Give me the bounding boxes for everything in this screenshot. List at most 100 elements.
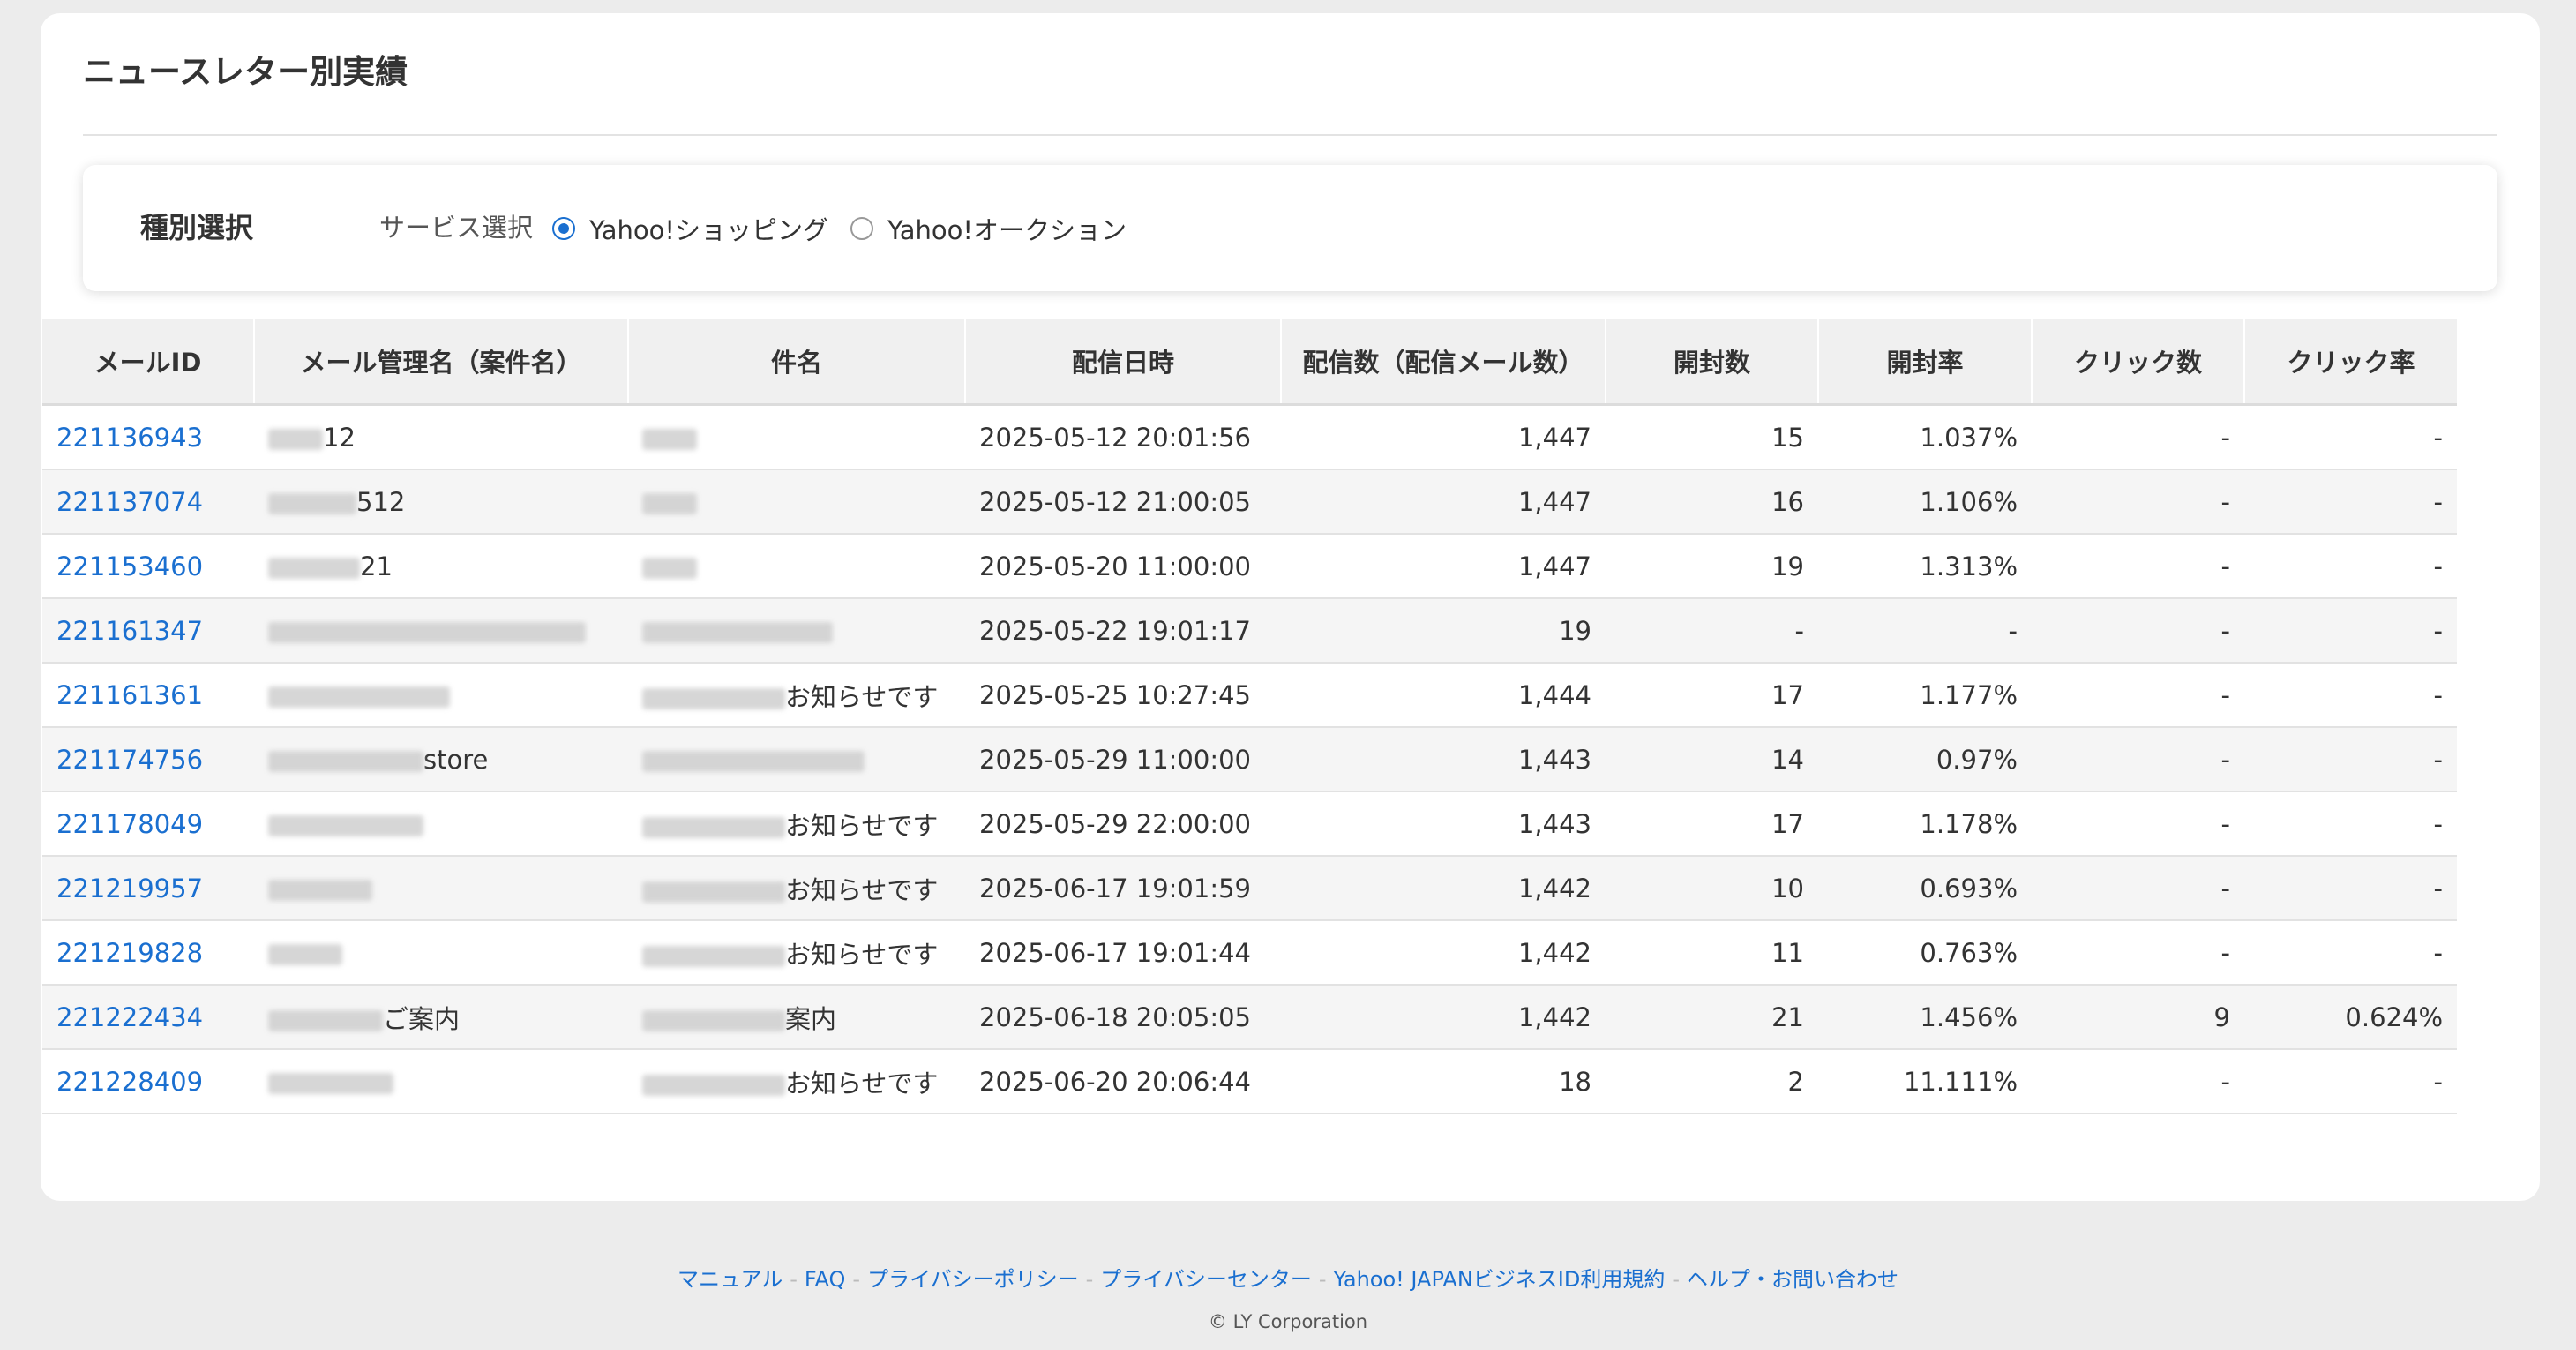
table-row: 221174756 store 2025-05-29 11:00:00 1,443 14… <box>42 727 2457 792</box>
mail-id-cell: 221174756 <box>42 727 254 792</box>
column-header-opens[interactable]: 開封数 <box>1606 319 1819 406</box>
opens-cell: 16 <box>1606 469 1818 535</box>
mail-id-cell: 221178049 <box>42 791 254 857</box>
footer-links: マニュアル - FAQ - プライバシーポリシー - プライバシーセンター - Yahoo! J… <box>0 1262 2576 1293</box>
opens-cell: 17 <box>1606 663 1818 728</box>
mail-id-link[interactable]: 221219957 <box>56 874 203 904</box>
open-rate-cell: 0.693% <box>1818 856 2032 921</box>
mail-name-cell <box>254 1049 628 1114</box>
redacted-text <box>642 816 785 838</box>
open-rate-cell: 1.456% <box>1818 985 2032 1050</box>
open-rate-cell: 1.106% <box>1818 469 2032 535</box>
sent-count-cell: 19 <box>1281 598 1606 664</box>
open-rate-cell: 1.313% <box>1818 534 2032 599</box>
send-datetime-cell: 2025-05-22 19:01:17 <box>965 598 1281 664</box>
column-header-sent-count[interactable]: 配信数（配信メール数） <box>1281 319 1606 406</box>
open-rate-cell: - <box>1818 598 2032 664</box>
mail-name-suffix: ご案内 <box>383 1003 461 1034</box>
footer-link[interactable]: Yahoo! JAPANビジネスID利用規約 <box>1334 1267 1666 1292</box>
send-datetime-cell: 2025-05-12 21:00:05 <box>965 469 1281 535</box>
footer-separator: - <box>1085 1267 1094 1292</box>
mail-name-cell: 12 <box>254 404 628 470</box>
redacted-text <box>268 428 323 450</box>
redacted-text <box>268 492 356 514</box>
footer-link[interactable]: プライバシーセンター <box>1100 1267 1312 1292</box>
radio-unchecked-icon[interactable] <box>850 216 873 240</box>
mail-id-link[interactable]: 221228409 <box>56 1067 203 1097</box>
footer-link[interactable]: ヘルプ・お問い合わせ <box>1687 1267 1898 1292</box>
column-header-send-datetime[interactable]: 配信日時 <box>965 319 1282 406</box>
column-header-click-rate[interactable]: クリック率 <box>2244 319 2457 406</box>
subject-suffix: お知らせです <box>785 681 939 712</box>
click-rate-cell: - <box>2244 469 2457 535</box>
click-rate-cell: - <box>2244 856 2457 921</box>
table-row: 221136943 12 2025-05-12 20:01:56 1,447 15 1.0… <box>42 404 2457 470</box>
mail-id-link[interactable]: 221153460 <box>56 551 203 581</box>
redacted-text <box>642 428 697 450</box>
open-rate-cell: 1.178% <box>1818 791 2032 857</box>
clicks-cell: 9 <box>2032 985 2244 1050</box>
column-header-open-rate[interactable]: 開封率 <box>1818 319 2033 406</box>
mail-id-cell: 221153460 <box>42 534 254 599</box>
sent-count-cell: 1,444 <box>1281 663 1606 728</box>
footer-link[interactable]: FAQ <box>805 1267 846 1292</box>
mail-id-link[interactable]: 221178049 <box>56 809 203 839</box>
radio-checked-icon[interactable] <box>552 216 575 240</box>
column-header-subject[interactable]: 件名 <box>628 319 966 406</box>
sent-count-cell: 1,447 <box>1281 404 1606 470</box>
footer-separator: - <box>852 1267 861 1292</box>
open-rate-cell: 1.037% <box>1818 404 2032 470</box>
column-header-mail-id[interactable]: メールID <box>42 319 255 406</box>
mail-id-link[interactable]: 221174756 <box>56 745 203 775</box>
sent-count-cell: 18 <box>1281 1049 1606 1114</box>
redacted-text <box>268 879 372 901</box>
mail-id-link[interactable]: 221222434 <box>56 1002 203 1032</box>
opens-cell: 2 <box>1606 1049 1818 1114</box>
mail-id-cell: 221219828 <box>42 920 254 986</box>
opens-cell: 17 <box>1606 791 1818 857</box>
service-select-label: サービス選択 <box>379 213 534 243</box>
clicks-cell: - <box>2032 727 2244 792</box>
redacted-text <box>642 881 785 903</box>
footer-separator: - <box>1318 1267 1327 1292</box>
redacted-text <box>642 621 833 643</box>
mail-id-link[interactable]: 221137074 <box>56 487 203 517</box>
column-header-clicks[interactable]: クリック数 <box>2032 319 2245 406</box>
click-rate-cell: - <box>2244 663 2457 728</box>
subject-suffix: 案内 <box>785 1003 837 1034</box>
subject-cell: 案内 <box>628 985 965 1050</box>
sent-count-cell: 1,442 <box>1281 920 1606 986</box>
footer-link[interactable]: プライバシーポリシー <box>867 1267 1079 1292</box>
subject-cell <box>628 598 965 664</box>
column-header-mail-name[interactable]: メール管理名（案件名） <box>254 319 629 406</box>
mail-id-link[interactable]: 221161361 <box>56 680 203 710</box>
send-datetime-cell: 2025-06-17 19:01:59 <box>965 856 1281 921</box>
clicks-cell: - <box>2032 404 2244 470</box>
table-row: 221228409 お知らせです 2025-06-20 20:06:44 18 2 11.… <box>42 1049 2457 1114</box>
table-row: 221153460 21 2025-05-20 11:00:00 1,447 19 1.3… <box>42 534 2457 599</box>
redacted-text <box>268 1009 383 1031</box>
radio-yahoo-shopping[interactable]: Yahoo!ショッピング <box>552 165 828 291</box>
opens-cell: 19 <box>1606 534 1818 599</box>
send-datetime-cell: 2025-05-20 11:00:00 <box>965 534 1281 599</box>
opens-cell: - <box>1606 598 1818 664</box>
mail-id-link[interactable]: 221161347 <box>56 616 203 646</box>
open-rate-cell: 0.97% <box>1818 727 2032 792</box>
sent-count-cell: 1,442 <box>1281 985 1606 1050</box>
mail-id-link[interactable]: 221219828 <box>56 938 203 968</box>
sent-count-cell: 1,443 <box>1281 791 1606 857</box>
footer-link[interactable]: マニュアル <box>678 1267 783 1292</box>
mail-name-suffix: 12 <box>323 422 356 453</box>
redacted-text <box>268 814 423 836</box>
type-filter-panel: 種別選択 サービス選択 Yahoo!ショッピング Yahoo!オークション <box>83 165 2497 291</box>
table-row: 221137074 512 2025-05-12 21:00:05 1,447 16 1.… <box>42 469 2457 535</box>
radio-yahoo-auction[interactable]: Yahoo!オークション <box>850 165 1127 291</box>
table-row: 221161347 2025-05-22 19:01:17 19- - - - <box>42 598 2457 664</box>
mail-id-link[interactable]: 221136943 <box>56 423 203 453</box>
click-rate-cell: - <box>2244 1049 2457 1114</box>
mail-id-cell: 221136943 <box>42 404 254 470</box>
opens-cell: 15 <box>1606 404 1818 470</box>
mail-name-cell <box>254 598 628 664</box>
clicks-cell: - <box>2032 791 2244 857</box>
mail-name-cell: ご案内 <box>254 985 628 1050</box>
